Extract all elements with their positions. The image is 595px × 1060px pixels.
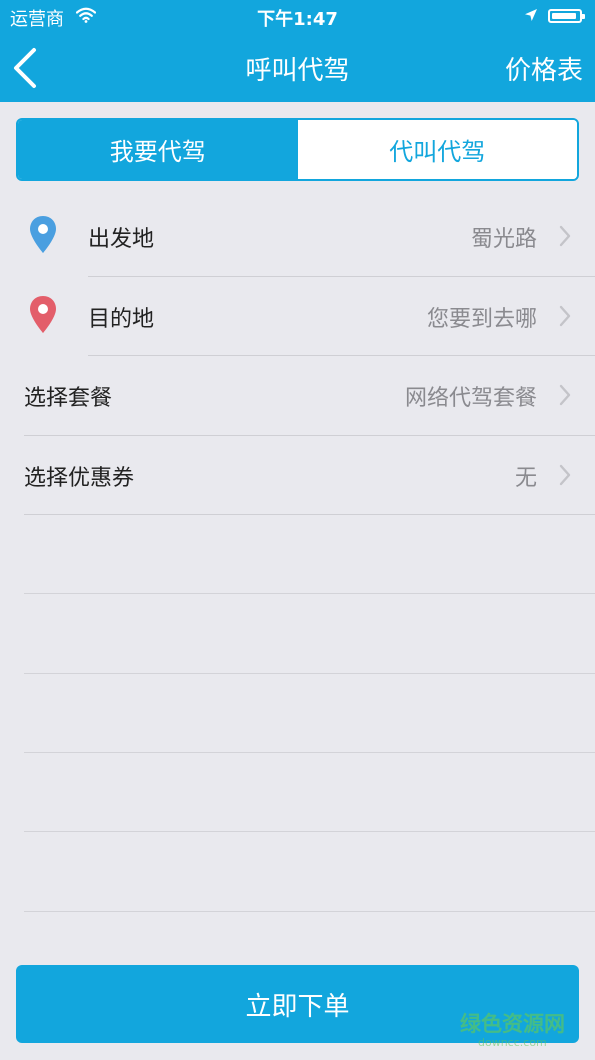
chevron-right-icon: [559, 384, 571, 406]
map-pin-icon: [30, 216, 56, 253]
navigation-bar: 运营商 下午1:47 呼叫代驾 价格表: [0, 0, 595, 102]
chevron-right-icon: [559, 225, 571, 247]
price-list-button[interactable]: 价格表: [505, 50, 583, 87]
mode-segmented-control: 我要代驾 代叫代驾: [16, 118, 579, 181]
empty-row-divider: [24, 752, 595, 753]
map-pin-icon: [30, 296, 56, 333]
empty-row-divider: [24, 593, 595, 594]
empty-row-divider: [24, 911, 595, 912]
divider: [24, 514, 595, 515]
coupon-row[interactable]: 选择优惠券 无: [0, 436, 595, 515]
empty-row-divider: [24, 831, 595, 832]
chevron-right-icon: [559, 464, 571, 486]
status-time: 下午1:47: [257, 9, 338, 30]
chevron-right-icon: [559, 305, 571, 327]
departure-label: 出发地: [88, 227, 155, 252]
battery-icon: [548, 9, 585, 23]
package-label: 选择套餐: [24, 386, 113, 411]
departure-row[interactable]: 出发地 蜀光路: [0, 197, 595, 276]
coupon-label: 选择优惠券: [24, 466, 135, 491]
empty-row-divider: [24, 673, 595, 674]
coupon-value: 无: [514, 466, 537, 491]
tab-self-driving[interactable]: 我要代驾: [18, 120, 298, 179]
battery-level-fill: [552, 13, 576, 19]
destination-value: 您要到去哪: [426, 307, 537, 332]
watermark-logo: 绿色资源网: [460, 1012, 565, 1036]
tab-call-for-others[interactable]: 代叫代驾: [297, 120, 577, 179]
package-value: 网络代驾套餐: [404, 386, 537, 411]
destination-row[interactable]: 目的地 您要到去哪: [0, 277, 595, 356]
status-bar: 运营商 下午1:47: [0, 0, 595, 34]
departure-value: 蜀光路: [470, 227, 537, 252]
package-row[interactable]: 选择套餐 网络代驾套餐: [0, 356, 595, 435]
destination-label: 目的地: [88, 307, 155, 332]
watermark-url: downcc.com: [478, 1036, 547, 1049]
location-arrow-icon: [525, 9, 537, 21]
